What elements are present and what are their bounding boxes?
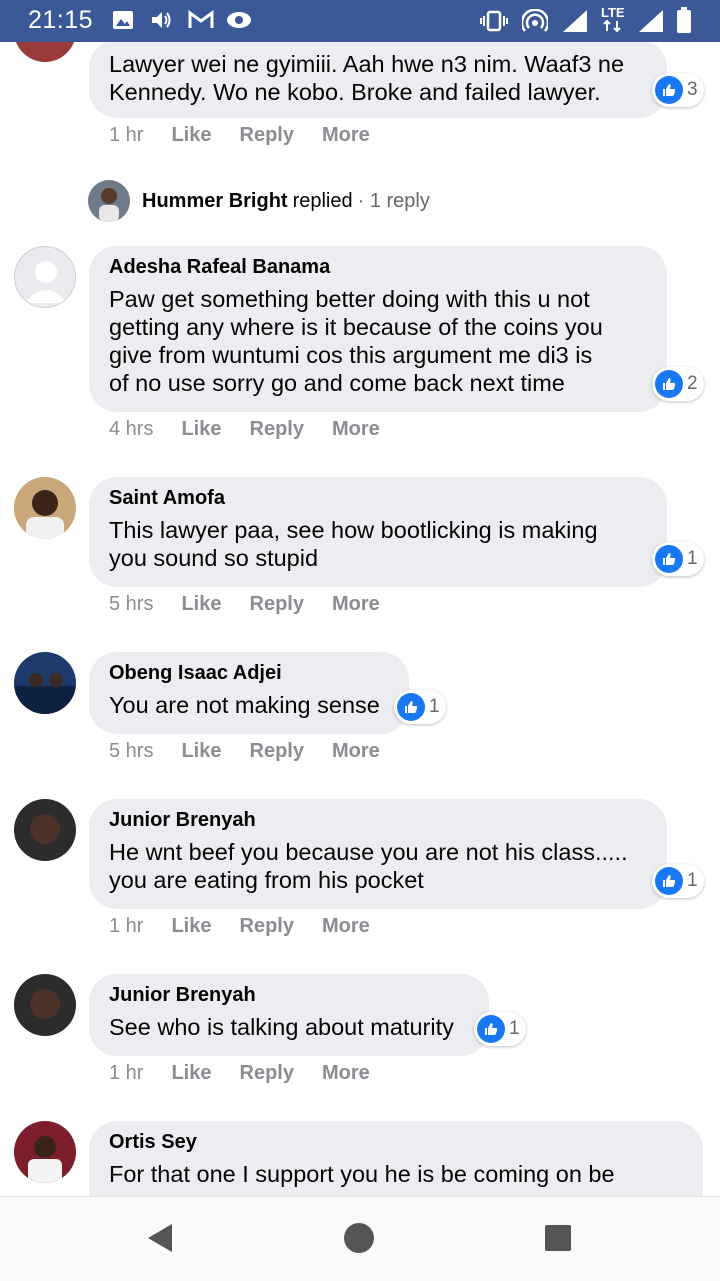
comment-actions: 1 hr Like Reply More	[109, 915, 398, 938]
comment-actions: 5 hrs Like Reply More	[109, 593, 408, 616]
comment-time: 4 hrs	[109, 418, 154, 440]
signal-icon	[563, 10, 587, 32]
like-reaction-icon	[655, 370, 683, 398]
comments-feed[interactable]: Lawyer wei ne gyimiii. Aah hwe n3 nim. W…	[0, 42, 720, 1196]
like-reaction-icon	[477, 1015, 505, 1043]
comment-text: You are not making sense	[109, 692, 380, 718]
comment-time: 5 hrs	[109, 593, 154, 615]
data-arrows-icon	[603, 20, 621, 32]
like-button[interactable]: Like	[171, 915, 211, 938]
avatar[interactable]	[14, 1121, 76, 1183]
reply-verb: replied	[292, 189, 353, 212]
more-button[interactable]: More	[322, 1062, 370, 1085]
like-button[interactable]: Like	[181, 418, 221, 441]
comment-bubble[interactable]: Junior Brenyah See who is talking about …	[89, 974, 489, 1056]
reaction-badge[interactable]: 3	[652, 73, 704, 107]
like-reaction-icon	[655, 76, 683, 104]
comment-author[interactable]: Obeng Isaac Adjei	[109, 662, 389, 685]
replies-link[interactable]: Hummer Bright replied · 1 reply	[88, 180, 430, 222]
comment-actions: 4 hrs Like Reply More	[109, 418, 408, 441]
comment-text: This lawyer paa, see how bootlicking is …	[109, 517, 598, 571]
avatar[interactable]	[14, 974, 76, 1036]
network-type: LTE	[601, 5, 625, 20]
comment-bubble[interactable]: Ortis Sey For that one I support you he …	[89, 1121, 703, 1196]
recents-icon[interactable]	[545, 1225, 571, 1251]
default-avatar-icon	[25, 261, 67, 303]
gallery-icon	[113, 11, 133, 29]
comment-bubble[interactable]: Obeng Isaac Adjei You are not making sen…	[89, 652, 409, 734]
reaction-count: 1	[509, 1018, 520, 1039]
reaction-count: 1	[687, 870, 698, 891]
volume-icon	[152, 12, 171, 28]
comment-actions: 5 hrs Like Reply More	[109, 740, 408, 763]
comment-time: 5 hrs	[109, 740, 154, 762]
more-button[interactable]: More	[322, 124, 370, 147]
reaction-badge[interactable]: 1	[474, 1012, 526, 1046]
home-icon[interactable]	[344, 1223, 374, 1253]
reaction-count: 1	[687, 548, 698, 569]
comment-actions: 1 hr Like Reply More	[109, 1062, 398, 1085]
navigation-bar	[0, 1196, 720, 1281]
avatar[interactable]	[14, 477, 76, 539]
reaction-badge[interactable]: 1	[652, 864, 704, 898]
reply-button[interactable]: Reply	[250, 418, 304, 441]
reply-avatar	[88, 180, 130, 222]
more-button[interactable]: More	[332, 593, 380, 616]
sync-icon	[227, 12, 251, 28]
comment-bubble[interactable]: Adesha Rafeal Banama Paw get something b…	[89, 246, 667, 412]
like-reaction-icon	[655, 867, 683, 895]
reaction-count: 1	[429, 696, 440, 717]
avatar[interactable]	[14, 246, 76, 308]
comment-text: Lawyer wei ne gyimiii. Aah hwe n3 nim. W…	[109, 51, 625, 105]
reaction-count: 2	[687, 373, 698, 394]
vibrate-icon	[480, 10, 508, 32]
comment-author[interactable]: Junior Brenyah	[109, 984, 469, 1007]
like-button[interactable]: Like	[171, 124, 211, 147]
more-button[interactable]: More	[332, 740, 380, 763]
comment-time: 1 hr	[109, 124, 144, 146]
reply-author: Hummer Bright	[142, 189, 288, 212]
comment-author[interactable]: Ortis Sey	[109, 1131, 683, 1154]
comment-text: He wnt beef you because you are not his …	[109, 839, 628, 893]
reaction-count: 3	[687, 79, 698, 100]
comment-bubble[interactable]: Saint Amofa This lawyer paa, see how boo…	[89, 477, 667, 587]
back-icon[interactable]	[146, 1223, 174, 1253]
comment-time: 1 hr	[109, 1062, 144, 1084]
more-button[interactable]: More	[322, 915, 370, 938]
comment-text: Paw get something better doing with this…	[109, 286, 603, 396]
signal-icon-2	[639, 10, 663, 32]
reply-button[interactable]: Reply	[250, 593, 304, 616]
avatar[interactable]	[14, 42, 76, 62]
reaction-badge[interactable]: 1	[652, 542, 704, 576]
like-button[interactable]: Like	[171, 1062, 211, 1085]
like-reaction-icon	[655, 545, 683, 573]
comment-bubble[interactable]: Junior Brenyah He wnt beef you because y…	[89, 799, 667, 909]
battery-icon	[677, 7, 691, 33]
comment-text: See who is talking about maturity	[109, 1014, 454, 1040]
comment-time: 1 hr	[109, 915, 144, 937]
reply-count: · 1 reply	[357, 189, 430, 212]
comment-text: For that one I support you he is be comi…	[109, 1161, 615, 1187]
comment-author[interactable]: Junior Brenyah	[109, 809, 647, 832]
comment-actions: 1 hr Like Reply More	[109, 124, 398, 147]
status-bar: 21:15 LTE	[0, 0, 720, 42]
comment-bubble[interactable]: Lawyer wei ne gyimiii. Aah hwe n3 nim. W…	[89, 42, 667, 118]
reply-button[interactable]: Reply	[240, 1062, 294, 1085]
like-button[interactable]: Like	[181, 593, 221, 616]
like-reaction-icon	[397, 693, 425, 721]
reaction-badge[interactable]: 1	[394, 690, 446, 724]
reaction-badge[interactable]: 2	[652, 367, 704, 401]
avatar[interactable]	[14, 652, 76, 714]
hotspot-icon	[522, 9, 548, 32]
comment-author[interactable]: Saint Amofa	[109, 487, 647, 510]
clock: 21:15	[28, 6, 94, 34]
comment-author[interactable]: Adesha Rafeal Banama	[109, 256, 647, 279]
gmail-icon	[188, 10, 214, 28]
avatar[interactable]	[14, 799, 76, 861]
more-button[interactable]: More	[332, 418, 380, 441]
like-button[interactable]: Like	[181, 740, 221, 763]
reply-button[interactable]: Reply	[250, 740, 304, 763]
reply-button[interactable]: Reply	[240, 915, 294, 938]
reply-button[interactable]: Reply	[240, 124, 294, 147]
